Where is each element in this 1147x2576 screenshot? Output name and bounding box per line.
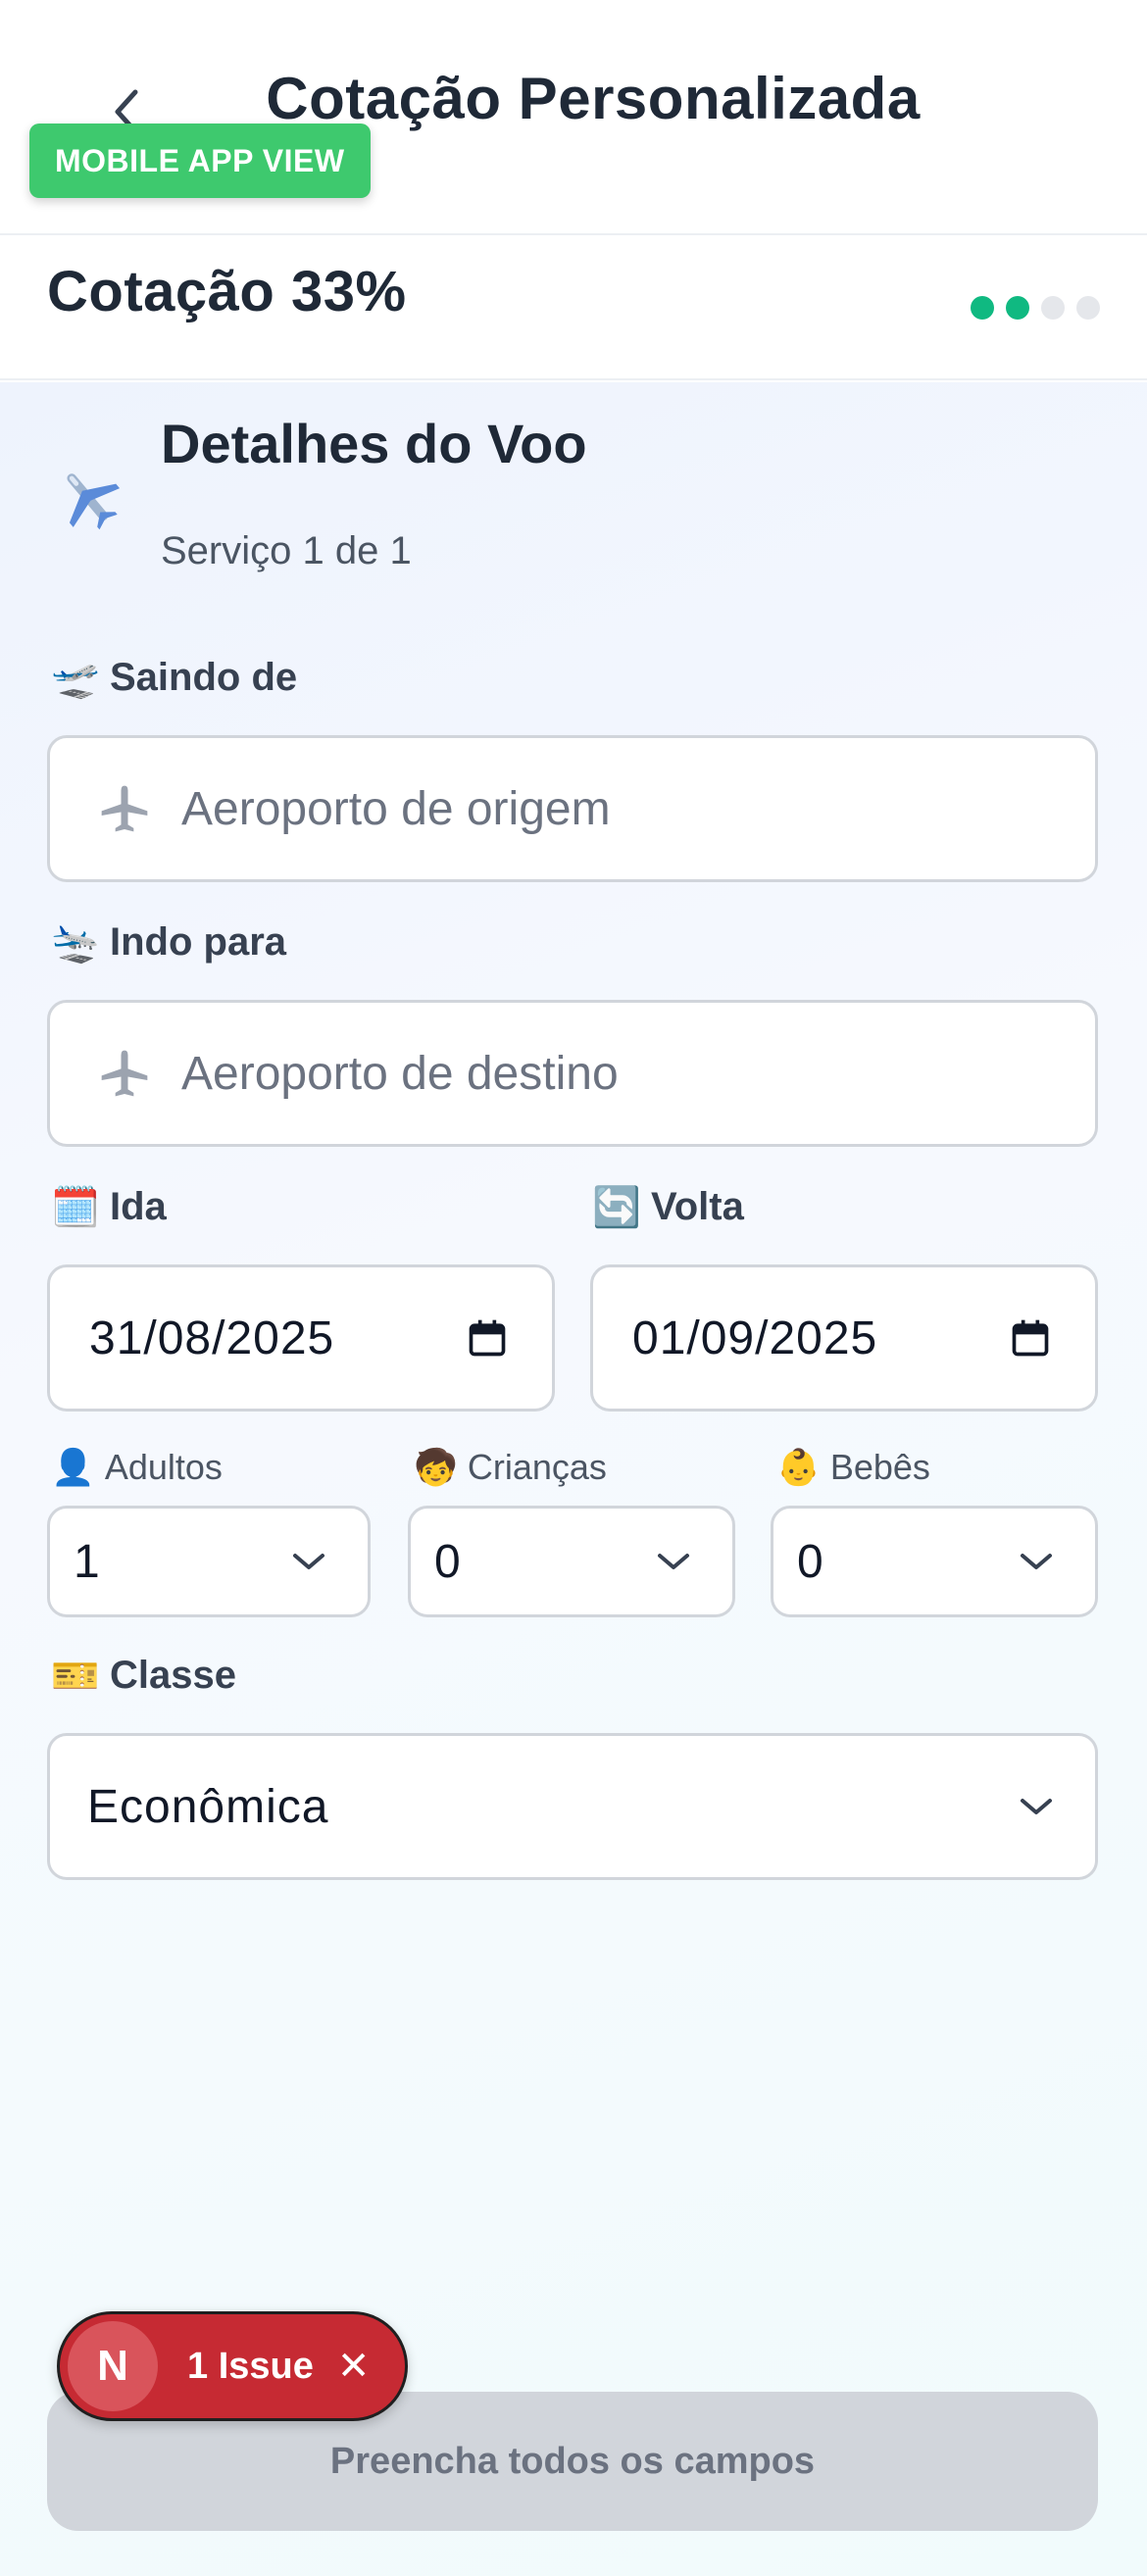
arrival-icon: 🛬 (51, 921, 100, 965)
close-icon[interactable]: ✕ (337, 2344, 371, 2389)
class-label-text: Classe (110, 1654, 236, 1697)
chevron-down-icon (1021, 1554, 1052, 1569)
children-value: 0 (434, 1535, 462, 1588)
step-dot (1006, 296, 1029, 320)
destination-label: 🛬 Indo para (51, 919, 286, 966)
class-label: 🎫 Classe (51, 1653, 236, 1699)
airplane-icon (67, 473, 121, 530)
destination-label-text: Indo para (110, 920, 287, 964)
chevron-down-icon (1021, 1799, 1052, 1814)
child-icon: 🧒 (414, 1447, 458, 1487)
return-arrows-icon: 🔄 (592, 1186, 641, 1229)
children-label-text: Crianças (467, 1447, 607, 1487)
step-dot (1076, 296, 1100, 320)
next-logo-icon: N (68, 2321, 158, 2411)
return-date-value: 01/09/2025 (632, 1312, 878, 1364)
infants-value: 0 (797, 1535, 824, 1588)
section-title: Detalhes do Voo (161, 413, 587, 474)
baby-icon: 👶 (776, 1447, 821, 1487)
infants-select[interactable]: 0 (771, 1506, 1098, 1617)
destination-input[interactable]: Aeroporto de destino (47, 1000, 1098, 1147)
adults-label-text: Adultos (104, 1447, 223, 1487)
adults-label: 👤 Adultos (51, 1447, 223, 1488)
issues-count: 1 Issue (187, 2345, 314, 2387)
origin-label: 🛫 Saindo de (51, 655, 297, 701)
origin-input[interactable]: Aeroporto de origem (47, 735, 1098, 882)
departure-icon: 🛫 (51, 657, 100, 700)
person-icon: 👤 (51, 1447, 95, 1487)
step-dots (971, 296, 1100, 320)
children-select[interactable]: 0 (408, 1506, 735, 1617)
app-header: Cotação Personalizada MOBILE APP VIEW (0, 0, 1147, 235)
departure-date-label-text: Ida (110, 1185, 167, 1228)
step-dot (1041, 296, 1065, 320)
mobile-app-view-badge: MOBILE APP VIEW (29, 124, 371, 198)
section-subtitle: Serviço 1 de 1 (161, 529, 412, 572)
progress-label: Cotação 33% (47, 260, 407, 323)
return-date-input[interactable]: 01/09/2025 (590, 1264, 1098, 1412)
departure-date-label: 🗓️ Ida (51, 1184, 167, 1230)
children-label: 🧒 Crianças (414, 1447, 607, 1488)
origin-placeholder: Aeroporto de origem (181, 782, 611, 835)
plane-icon (101, 1050, 148, 1097)
departure-date-value: 31/08/2025 (89, 1312, 335, 1364)
adults-value: 1 (74, 1535, 101, 1588)
flight-details-form: Detalhes do Voo Serviço 1 de 1 🛫 Saindo … (0, 382, 1147, 2576)
return-date-label-text: Volta (651, 1185, 744, 1228)
infants-label-text: Bebês (829, 1447, 930, 1487)
ticket-icon: 🎫 (51, 1655, 100, 1698)
class-value: Econômica (87, 1780, 329, 1833)
progress-bar: Cotação 33% (0, 237, 1147, 380)
calendar-emoji-icon: 🗓️ (51, 1186, 100, 1229)
adults-select[interactable]: 1 (47, 1506, 371, 1617)
origin-label-text: Saindo de (110, 656, 298, 699)
issues-badge[interactable]: N 1 Issue ✕ (57, 2311, 408, 2421)
calendar-icon[interactable] (1009, 1316, 1052, 1360)
chevron-down-icon (658, 1554, 689, 1569)
departure-date-input[interactable]: 31/08/2025 (47, 1264, 555, 1412)
chevron-down-icon (293, 1554, 324, 1569)
infants-label: 👶 Bebês (776, 1447, 930, 1488)
page-title: Cotação Personalizada (266, 66, 921, 131)
step-dot (971, 296, 994, 320)
return-date-label: 🔄 Volta (592, 1184, 744, 1230)
plane-icon (101, 785, 148, 832)
destination-placeholder: Aeroporto de destino (181, 1047, 619, 1100)
class-select[interactable]: Econômica (47, 1733, 1098, 1880)
calendar-icon[interactable] (466, 1316, 509, 1360)
